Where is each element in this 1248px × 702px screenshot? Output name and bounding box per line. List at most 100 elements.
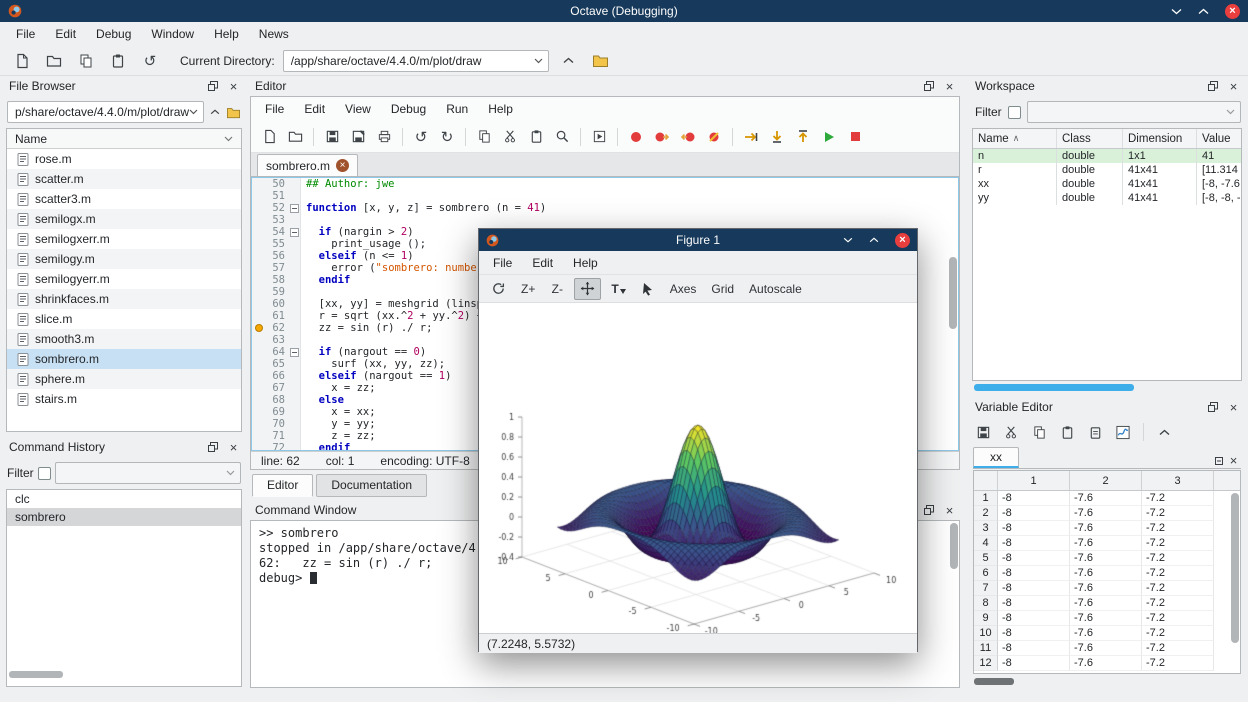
grid-row-header[interactable]: 3 — [974, 521, 998, 536]
menu-item-help[interactable]: Help — [204, 24, 249, 44]
grid-column-header[interactable]: 3 — [1142, 471, 1214, 490]
grid-row-header[interactable]: 1 — [974, 491, 998, 506]
gutter-breakpoint[interactable] — [252, 178, 265, 190]
one-directory-up-button[interactable] — [557, 49, 581, 73]
gutter-breakpoint[interactable] — [252, 298, 265, 310]
grid-row-header[interactable]: 8 — [974, 596, 998, 611]
autoscale-button[interactable]: Autoscale — [744, 278, 807, 300]
tab-close-icon[interactable]: × — [336, 159, 349, 172]
new-script-icon[interactable] — [10, 49, 34, 73]
gutter-fold[interactable] — [288, 358, 301, 370]
toggle-breakpoint-icon[interactable] — [626, 127, 646, 147]
cut-icon[interactable] — [1001, 422, 1021, 442]
dock-tab-icon[interactable] — [1211, 453, 1226, 468]
variable-editor-vertical-scrollbar[interactable] — [1231, 493, 1239, 643]
grid-cell[interactable]: -7.6 — [1070, 521, 1142, 536]
grid-cell[interactable]: -7.2 — [1142, 611, 1214, 626]
gutter-fold[interactable] — [288, 274, 301, 286]
grid-cell[interactable]: -8 — [998, 551, 1070, 566]
editor-vertical-scrollbar[interactable] — [949, 257, 957, 329]
grid-row[interactable]: 12-8-7.6-7.2 — [974, 656, 1240, 671]
editor-menu-item-view[interactable]: View — [335, 99, 381, 119]
gutter-fold[interactable] — [288, 418, 301, 430]
file-row[interactable]: shrinkfaces.m — [7, 289, 241, 309]
titlebar[interactable]: Octave (Debugging) × — [0, 0, 1248, 22]
rotate-tool-icon[interactable] — [486, 278, 511, 300]
grid-cell[interactable]: -8 — [998, 626, 1070, 641]
grid-row-header[interactable]: 4 — [974, 536, 998, 551]
grid-cell[interactable]: -8 — [998, 506, 1070, 521]
close-button[interactable]: × — [1225, 4, 1240, 19]
gutter-breakpoint[interactable] — [252, 418, 265, 430]
find-files-button[interactable] — [226, 102, 241, 122]
history-horizontal-scrollbar[interactable] — [9, 671, 63, 678]
grid-row[interactable]: 6-8-7.6-7.2 — [974, 566, 1240, 581]
gutter-fold[interactable] — [288, 310, 301, 322]
copy-icon[interactable] — [1029, 422, 1049, 442]
figure-menu-item-file[interactable]: File — [483, 253, 522, 273]
close-widget-icon[interactable]: × — [1226, 400, 1241, 415]
grid-column-header[interactable]: 2 — [1070, 471, 1142, 490]
undock-widget-icon[interactable] — [921, 79, 936, 94]
gutter-breakpoint[interactable] — [252, 274, 265, 286]
grid-cell[interactable]: -7.2 — [1142, 581, 1214, 596]
grid-cell[interactable]: -7.6 — [1070, 566, 1142, 581]
editor-menu-item-help[interactable]: Help — [478, 99, 523, 119]
command-history-list[interactable]: clcsombrero — [7, 490, 241, 526]
gutter-fold[interactable] — [288, 190, 301, 202]
step-icon[interactable] — [741, 127, 761, 147]
open-file-icon[interactable] — [42, 49, 66, 73]
file-row[interactable]: slice.m — [7, 309, 241, 329]
workspace-row[interactable]: rdouble41x41[11.314 — [973, 163, 1241, 177]
grid-button[interactable]: Grid — [706, 278, 739, 300]
gutter-breakpoint[interactable] — [252, 358, 265, 370]
grid-cell[interactable]: -8 — [998, 536, 1070, 551]
menu-item-window[interactable]: Window — [141, 24, 204, 44]
text-tool[interactable]: T — [606, 278, 630, 300]
grid-row-header[interactable]: 7 — [974, 581, 998, 596]
open-file-icon[interactable] — [285, 127, 305, 147]
figure-titlebar[interactable]: Figure 1 × — [479, 229, 917, 251]
grid-row[interactable]: 9-8-7.6-7.2 — [974, 611, 1240, 626]
grid-cell[interactable]: -8 — [998, 641, 1070, 656]
minimize-button[interactable] — [843, 237, 853, 243]
print-icon[interactable] — [374, 127, 394, 147]
gutter-fold[interactable] — [288, 334, 301, 346]
gutter-breakpoint[interactable] — [252, 214, 265, 226]
close-widget-icon[interactable]: × — [1226, 79, 1241, 94]
grid-cell[interactable]: -7.6 — [1070, 491, 1142, 506]
grid-row-header[interactable]: 2 — [974, 506, 998, 521]
clipboard-icon[interactable] — [1085, 422, 1105, 442]
current-directory-combobox[interactable]: /app/share/octave/4.4.0/m/plot/draw — [283, 50, 549, 72]
copy-icon[interactable] — [474, 127, 494, 147]
file-row[interactable]: sombrero.m — [7, 349, 241, 369]
save-icon[interactable] — [322, 127, 342, 147]
grid-cell[interactable]: -8 — [998, 521, 1070, 536]
paste-clipboard-icon[interactable] — [106, 49, 130, 73]
grid-cell[interactable]: -7.6 — [1070, 506, 1142, 521]
close-tab-icon[interactable]: × — [1226, 453, 1241, 468]
close-widget-icon[interactable]: × — [226, 440, 241, 455]
zoom-out-tool[interactable]: Z- — [545, 278, 569, 300]
workspace-row[interactable]: ndouble1x141 — [973, 149, 1241, 163]
grid-cell[interactable]: -7.2 — [1142, 626, 1214, 641]
menu-item-edit[interactable]: Edit — [45, 24, 86, 44]
file-row[interactable]: scatter3.m — [7, 189, 241, 209]
gutter-fold[interactable] — [288, 214, 301, 226]
save-icon[interactable] — [973, 422, 993, 442]
grid-row-header[interactable]: 10 — [974, 626, 998, 641]
file-row[interactable]: stairs.m — [7, 389, 241, 409]
grid-row[interactable]: 4-8-7.6-7.2 — [974, 536, 1240, 551]
paste-icon[interactable] — [526, 127, 546, 147]
undock-widget-icon[interactable] — [205, 79, 220, 94]
grid-cell[interactable]: -7.2 — [1142, 506, 1214, 521]
grid-cell[interactable]: -8 — [998, 491, 1070, 506]
workspace-table-header[interactable]: Name∧ClassDimensionValue — [973, 129, 1241, 149]
file-browser-list[interactable]: rose.mscatter.mscatter3.msemilogx.msemil… — [7, 149, 241, 409]
find-icon[interactable] — [552, 127, 572, 147]
fold-collapse-icon[interactable] — [290, 228, 299, 237]
new-file-icon[interactable] — [259, 127, 279, 147]
close-button[interactable]: × — [895, 233, 910, 248]
menu-item-news[interactable]: News — [249, 24, 299, 44]
dock-tab-documentation[interactable]: Documentation — [316, 474, 427, 497]
